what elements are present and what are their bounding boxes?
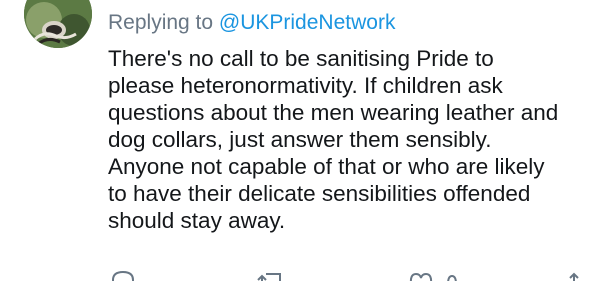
like-count-cropped (447, 274, 457, 281)
tweet-text: There's no call to be sanitising Pride t… (108, 45, 588, 234)
tweet-text-line: to have their delicate sensibilities off… (108, 181, 531, 206)
share-icon (569, 272, 579, 281)
retweet-icon (257, 273, 281, 281)
avatar[interactable] (24, 0, 92, 48)
tweet-text-line: There's no call to be sanitising Pride t… (108, 46, 494, 71)
reply-button[interactable] (110, 270, 136, 281)
tweet-text-line: Anyone not capable of that or who are li… (108, 154, 545, 179)
retweet-button[interactable] (256, 270, 286, 281)
like-button[interactable] (408, 270, 458, 281)
heart-icon (409, 272, 433, 281)
author-name-cropped (108, 0, 348, 2)
share-button[interactable] (564, 270, 584, 281)
tweet-text-line: questions about the men wearing leather … (108, 100, 559, 125)
tweet-text-line: dog collars, just answer them sensibly. (108, 127, 492, 152)
tweet-text-line: should stay away. (108, 208, 286, 233)
tweet-card[interactable]: Replying to @UKPrideNetwork There's no c… (0, 0, 600, 281)
replying-to-handle-link[interactable]: @UKPrideNetwork (219, 11, 396, 34)
replying-to-label: Replying to (108, 11, 219, 34)
tweet-text-line: please heteronormativity. If children as… (108, 73, 503, 98)
replying-to: Replying to @UKPrideNetwork (108, 10, 395, 36)
tweet-actions (108, 270, 588, 281)
comment-icon (112, 270, 134, 281)
